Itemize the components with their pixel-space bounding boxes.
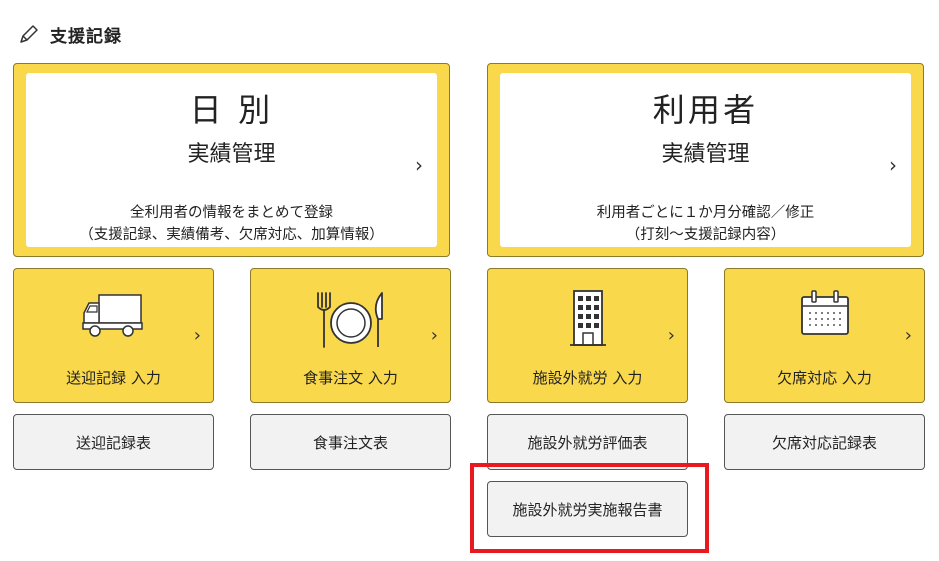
absence-input-tile[interactable]: › 欠席対応 入力 <box>724 268 925 403</box>
meal-order-sheet-button[interactable]: 食事注文表 <box>250 414 451 470</box>
tile-label: 食事注文 入力 <box>303 369 398 387</box>
outside-work-input-tile[interactable]: › 施設外就労 入力 <box>487 268 688 403</box>
chevron-right-icon: › <box>667 325 675 346</box>
tile-label: 送迎記録 入力 <box>66 369 161 387</box>
tile-label: 施設外就労 入力 <box>532 369 643 387</box>
user-card-subtitle: 実績管理 <box>661 142 750 167</box>
building-icon <box>569 290 606 346</box>
daily-card-title: 日 別 <box>189 91 274 129</box>
page-title: 支援記録 <box>50 26 122 47</box>
user-card-title: 利用者 <box>652 91 759 129</box>
outside-work-evaluation-sheet-button[interactable]: 施設外就労評価表 <box>487 414 688 470</box>
meal-order-input-tile[interactable]: › 食事注文 入力 <box>250 268 451 403</box>
user-card-desc-2: （打刻〜支援記録内容） <box>625 227 786 243</box>
meal-icon <box>316 292 383 348</box>
pencil-icon <box>20 25 38 43</box>
daily-record-card-inner: 日 別 実績管理 › 全利用者の情報をまとめて登録 （支援記録、実績備考、欠席対… <box>26 73 437 247</box>
tile-label: 欠席対応 入力 <box>777 369 872 387</box>
chevron-right-icon: › <box>904 325 912 346</box>
transport-record-sheet-button[interactable]: 送迎記録表 <box>13 414 214 470</box>
section-header: 支援記録 <box>18 20 122 48</box>
user-record-card[interactable]: 利用者 実績管理 › 利用者ごとに１か月分確認／修正 （打刻〜支援記録内容） <box>487 63 924 257</box>
daily-card-desc-2: （支援記録、実績備考、欠席対応、加算情報） <box>79 227 384 243</box>
daily-card-subtitle: 実績管理 <box>187 142 276 167</box>
chevron-right-icon: › <box>193 325 201 346</box>
chevron-right-icon: › <box>430 325 438 346</box>
transport-input-tile[interactable]: › 送迎記録 入力 <box>13 268 214 403</box>
chevron-right-icon: › <box>415 153 423 177</box>
absence-record-sheet-button[interactable]: 欠席対応記録表 <box>724 414 925 470</box>
daily-record-card[interactable]: 日 別 実績管理 › 全利用者の情報をまとめて登録 （支援記録、実績備考、欠席対… <box>13 63 450 257</box>
user-record-card-inner: 利用者 実績管理 › 利用者ごとに１か月分確認／修正 （打刻〜支援記録内容） <box>500 73 911 247</box>
chevron-right-icon: › <box>889 153 897 177</box>
daily-card-desc-1: 全利用者の情報をまとめて登録 <box>130 205 333 221</box>
highlight-box <box>470 463 709 553</box>
user-card-desc-1: 利用者ごとに１か月分確認／修正 <box>596 205 815 221</box>
truck-icon <box>81 294 143 337</box>
calendar-icon <box>800 290 849 335</box>
